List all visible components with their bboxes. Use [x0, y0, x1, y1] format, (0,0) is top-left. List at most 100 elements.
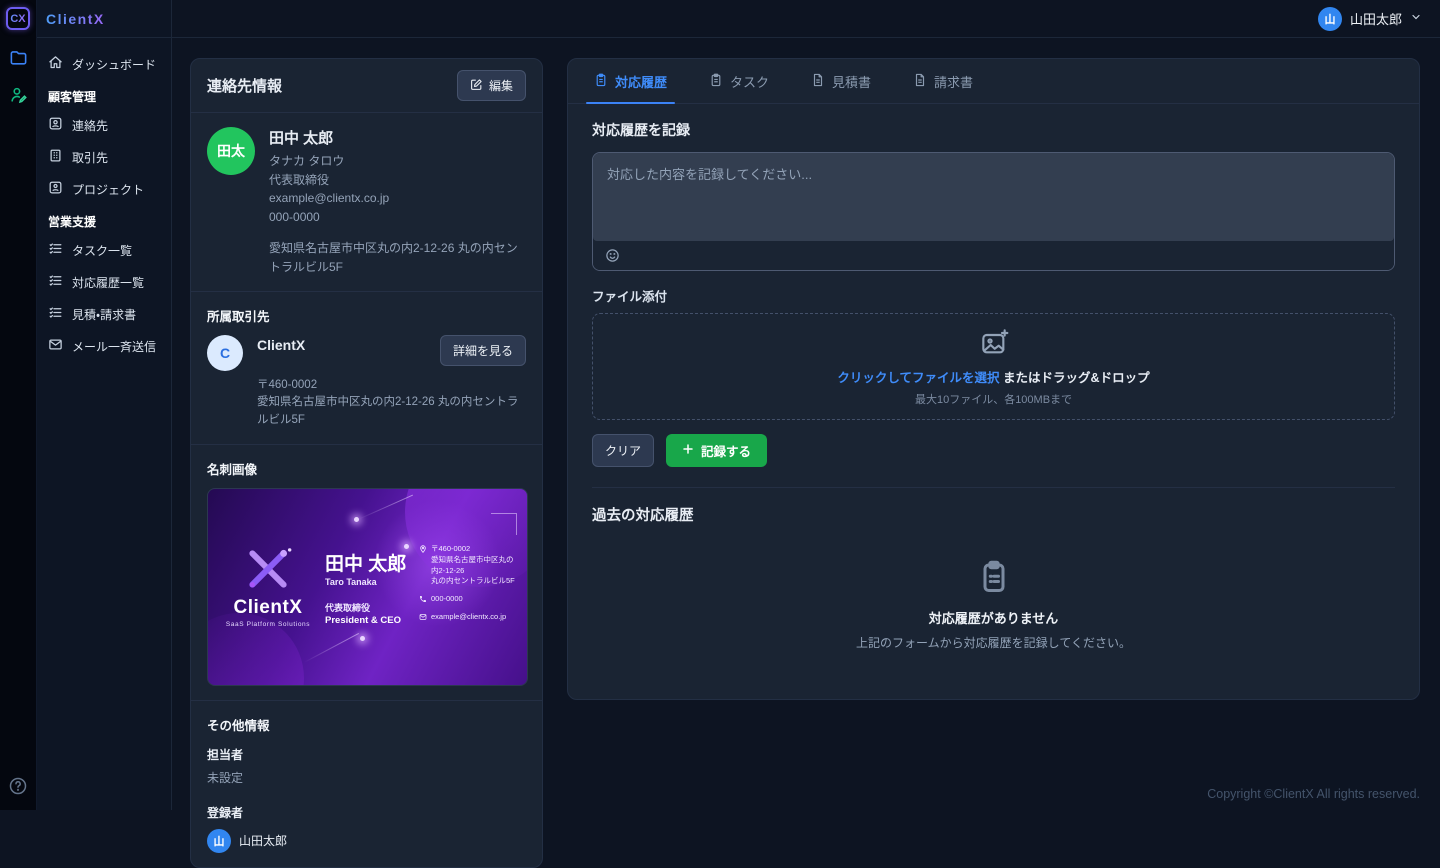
contact-avatar: 田太 — [207, 127, 255, 175]
mail-icon — [419, 612, 427, 623]
form-actions: クリア 記録する — [592, 434, 1395, 467]
contact-card-icon — [48, 116, 63, 134]
copyright: Copyright ©ClientX All rights reserved. — [1207, 787, 1420, 801]
tab-tasks[interactable]: タスク — [707, 59, 771, 103]
business-card-section-title: 名刺画像 — [207, 459, 526, 478]
emoji-button[interactable] — [605, 248, 620, 263]
sidebar-section-sales: 営業支援 — [46, 205, 165, 234]
file-select-link[interactable]: クリックしてファイルを選択 — [837, 371, 999, 385]
clipboard-icon — [594, 73, 608, 90]
card-person-name: 田中 太郎 — [325, 549, 408, 576]
registrant-row: 山 山田太郎 — [207, 829, 526, 853]
business-card-section: 名刺画像 ClientX — [191, 445, 542, 701]
card-title-ja: 代表取締役 — [325, 601, 408, 614]
edit-button[interactable]: 編集 — [457, 70, 526, 101]
app-root: CX ClientX ダッシュボード 顧客管理 連絡先 — [0, 0, 1440, 810]
dropzone-hint: 最大10ファイル、各100MBまで — [915, 391, 1072, 407]
chevron-down-icon — [1410, 11, 1422, 26]
user-menu[interactable]: 山 山田太郎 — [1318, 7, 1422, 31]
clipboard-icon — [709, 73, 723, 90]
sidebar-item-label: 見積・請求書 — [72, 306, 136, 323]
checklist-icon — [48, 241, 63, 259]
attach-label: ファイル添付 — [592, 286, 1395, 305]
brand-name[interactable]: ClientX — [46, 11, 105, 27]
sidebar-item-accounts[interactable]: 取引先 — [46, 141, 165, 173]
sidebar-item-label: 連絡先 — [72, 117, 108, 134]
history-textarea[interactable] — [593, 153, 1394, 241]
person-edit-icon[interactable] — [9, 85, 28, 104]
sidebar-item-label: 対応履歴一覧 — [72, 274, 144, 291]
page-content: 連絡先情報 編集 田太 田中 太郎 タナカ タロウ 代表取締役 example@… — [172, 38, 1440, 868]
document-icon — [913, 73, 927, 90]
mail-icon — [48, 337, 63, 355]
business-card-image[interactable]: ClientX SaaS Platform Solutions 田中 太郎 Ta… — [207, 488, 528, 686]
folder-icon[interactable] — [9, 48, 28, 67]
company-address: 〒460-0002 愛知県名古屋市中区丸の内2-12-26 丸の内セントラルビル… — [257, 377, 526, 430]
clipboard-list-icon — [976, 583, 1012, 598]
building-icon — [48, 148, 63, 166]
edit-icon — [470, 78, 483, 94]
other-info-section: その他情報 担当者 未設定 登録者 山 山田太郎 — [191, 701, 542, 867]
checklist-icon — [48, 273, 63, 291]
registrant-avatar: 山 — [207, 829, 231, 853]
sidebar-item-projects[interactable]: プロジェクト — [46, 173, 165, 205]
file-dropzone[interactable]: クリックしてファイルを選択 またはドラッグ&ドロップ 最大10ファイル、各100… — [592, 313, 1395, 420]
panel-title: 連絡先情報 — [207, 75, 282, 96]
contact-name: 田中 太郎 — [269, 127, 526, 148]
company-section: 所属取引先 C ClientX 詳細を見る 〒460-0002 愛知県名古屋市中… — [191, 292, 542, 445]
sidebar-item-label: 取引先 — [72, 149, 108, 166]
topbar: 山 山田太郎 — [172, 0, 1440, 38]
company-name: ClientX — [257, 335, 426, 353]
contact-info-panel: 連絡先情報 編集 田太 田中 太郎 タナカ タロウ 代表取締役 example@… — [190, 58, 543, 868]
contact-kana: タナカ タロウ — [269, 152, 526, 171]
registrant-label: 登録者 — [207, 804, 526, 821]
tabbar: 対応履歴 タスク 見積書 請求書 — [568, 59, 1419, 104]
empty-hint: 上記のフォームから対応履歴を記録してください。 — [592, 634, 1395, 651]
owner-value: 未設定 — [207, 769, 526, 788]
card-tagline: SaaS Platform Solutions — [222, 621, 314, 628]
phone-icon — [419, 594, 427, 605]
card-person-romaji: Taro Tanaka — [325, 577, 408, 587]
registrant-name: 山田太郎 — [239, 832, 287, 849]
history-form-title: 対応履歴を記録 — [592, 120, 1395, 140]
composer-toolbar — [593, 241, 1394, 270]
divider — [592, 487, 1395, 488]
sidebar-item-histories[interactable]: 対応履歴一覧 — [46, 266, 165, 298]
main-area: 山 山田太郎 連絡先情報 編集 田太 — [172, 0, 1440, 810]
user-avatar: 山 — [1318, 7, 1342, 31]
contact-job-title: 代表取締役 — [269, 171, 526, 190]
record-button[interactable]: 記録する — [666, 434, 767, 467]
sidebar-item-dashboard[interactable]: ダッシュボード — [46, 48, 165, 80]
sidebar-nav: ダッシュボード 顧客管理 連絡先 取引先 プロジェクト 営業支援 タスク一覧 — [37, 38, 171, 372]
help-icon[interactable] — [8, 776, 28, 796]
company-section-title: 所属取引先 — [207, 306, 526, 325]
home-icon — [48, 55, 63, 73]
history-composer — [592, 152, 1395, 271]
icon-rail: CX — [0, 0, 37, 810]
sidebar-item-label: タスク一覧 — [72, 242, 132, 259]
sidebar-header: ClientX — [37, 0, 171, 38]
user-name: 山田太郎 — [1350, 9, 1402, 28]
tab-history[interactable]: 対応履歴 — [592, 59, 669, 103]
card-company-name: ClientX — [222, 597, 314, 619]
image-plus-icon — [978, 327, 1010, 362]
clientx-x-logo — [242, 580, 294, 595]
plus-icon — [682, 443, 694, 458]
sidebar-item-contacts[interactable]: 連絡先 — [46, 109, 165, 141]
history-list-title: 過去の対応履歴 — [592, 504, 1395, 525]
checklist-icon — [48, 305, 63, 323]
company-detail-button[interactable]: 詳細を見る — [440, 335, 526, 366]
app-logo[interactable]: CX — [6, 7, 30, 30]
company-avatar: C — [207, 335, 243, 371]
clear-button[interactable]: クリア — [592, 434, 654, 467]
tab-invoice[interactable]: 請求書 — [911, 59, 975, 103]
sidebar-section-customer: 顧客管理 — [46, 80, 165, 109]
activity-panel: 対応履歴 タスク 見積書 請求書 対応 — [567, 58, 1420, 700]
contact-phone: 000-0000 — [269, 208, 526, 227]
sidebar-item-label: プロジェクト — [72, 181, 144, 198]
owner-label: 担当者 — [207, 746, 526, 763]
sidebar-item-bulk-mail[interactable]: メール一斉送信 — [46, 330, 165, 362]
sidebar-item-tasks[interactable]: タスク一覧 — [46, 234, 165, 266]
tab-quote[interactable]: 見積書 — [809, 59, 873, 103]
sidebar-item-quotes[interactable]: 見積・請求書 — [46, 298, 165, 330]
